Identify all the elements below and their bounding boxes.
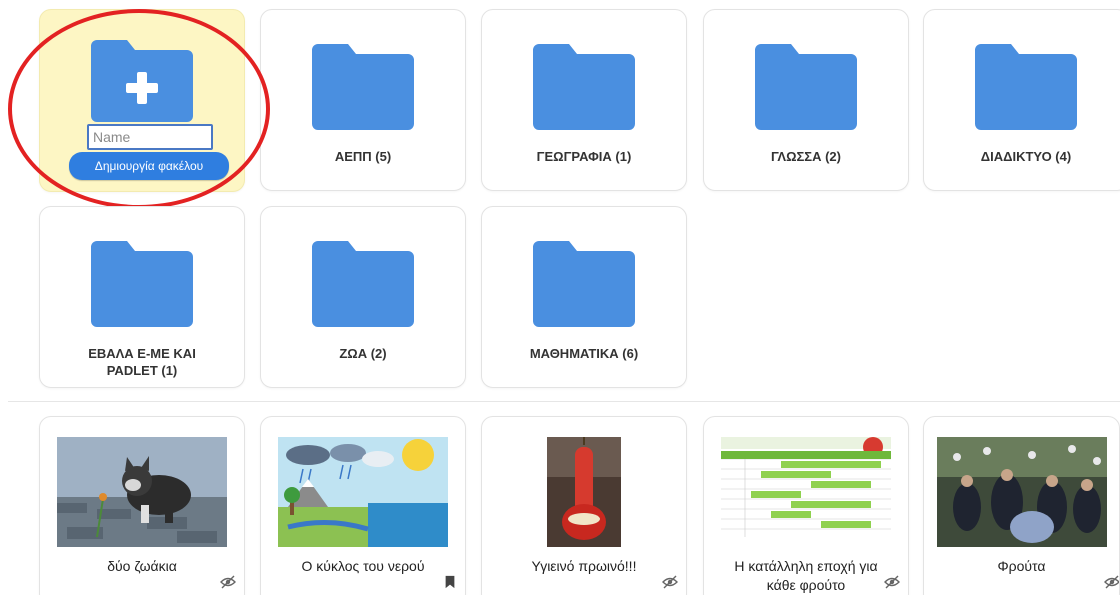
hidden-eye-icon[interactable]	[884, 575, 900, 589]
folder-card-glossa[interactable]: ΓΛΩΣΣΑ (2)	[703, 9, 909, 191]
folder-label: ΓΛΩΣΣΑ (2)	[771, 149, 841, 164]
folder-label: ΓΕΩΓΡΑΦΙΑ (1)	[536, 149, 632, 164]
media-card-breakfast[interactable]: Υγιεινό πρωινό!!!	[481, 416, 687, 595]
thumbnail-kitten-image	[57, 437, 227, 547]
create-folder-button[interactable]: Δημιουργία φακέλου	[69, 152, 229, 180]
folder-card-diadiktyo[interactable]: ΔΙΑΔΙΚΤΥΟ (4)	[923, 9, 1120, 191]
folder-label: ΕΒΑΛΑ Ε-ΜΕ ΚΑΙ PADLET (1)	[88, 346, 196, 378]
thumbnail-painting-image	[936, 437, 1107, 547]
folder-name-input[interactable]	[87, 124, 213, 150]
folder-card-zoa[interactable]: ΖΩΑ (2)	[260, 206, 466, 388]
media-title: Υγιεινό πρωινό!!!	[531, 558, 637, 574]
media-title: δύο ζωάκια	[107, 558, 177, 574]
hidden-eye-icon[interactable]	[662, 575, 678, 589]
thumbnail-water-cycle-image	[278, 437, 448, 547]
media-title: Ο κύκλος του νερού	[301, 558, 425, 574]
new-folder-card: Δημιουργία φακέλου	[39, 9, 245, 192]
section-divider	[8, 401, 1120, 402]
folder-icon	[312, 241, 414, 327]
folder-card-geografia[interactable]: ΓΕΩΓΡΑΦΙΑ (1)	[481, 9, 687, 191]
folder-label: ΔΙΑΔΙΚΤΥΟ (4)	[980, 149, 1072, 164]
folder-icon	[975, 44, 1077, 130]
folder-icon	[91, 241, 193, 327]
folder-icon	[755, 44, 857, 130]
folder-card-aepp[interactable]: ΑΕΠΠ (5)	[260, 9, 466, 191]
folder-plus-icon[interactable]	[91, 36, 193, 122]
folder-card-evala[interactable]: ΕΒΑΛΑ Ε-ΜΕ ΚΑΙ PADLET (1)	[39, 206, 245, 388]
hidden-eye-icon[interactable]	[1104, 575, 1120, 589]
media-card-fruits[interactable]: Φρούτα	[923, 416, 1120, 595]
media-card-water-cycle[interactable]: Ο κύκλος του νερού	[260, 416, 466, 595]
folder-icon	[533, 241, 635, 327]
media-title: Φρούτα	[997, 558, 1046, 574]
thumbnail-apple-image	[547, 437, 621, 547]
folder-icon	[312, 44, 414, 130]
thumbnail-fruit-season-table-image	[721, 437, 891, 537]
folder-card-mathimatika[interactable]: ΜΑΘΗΜΑΤΙΚΑ (6)	[481, 206, 687, 388]
folder-label: ΜΑΘΗΜΑΤΙΚΑ (6)	[529, 346, 639, 361]
folder-label: ΑΕΠΠ (5)	[334, 149, 392, 164]
hidden-eye-icon[interactable]	[220, 575, 236, 589]
folder-icon	[533, 44, 635, 130]
media-card-kitten[interactable]: δύο ζωάκια	[39, 416, 245, 595]
media-card-fruit-season[interactable]: Η κατάλληλη εποχή για κάθε φρούτο	[703, 416, 909, 595]
media-title: Η κατάλληλη εποχή για κάθε φρούτο	[734, 558, 878, 593]
bookmark-icon[interactable]	[443, 575, 457, 589]
folder-label: ΖΩΑ (2)	[339, 346, 387, 361]
